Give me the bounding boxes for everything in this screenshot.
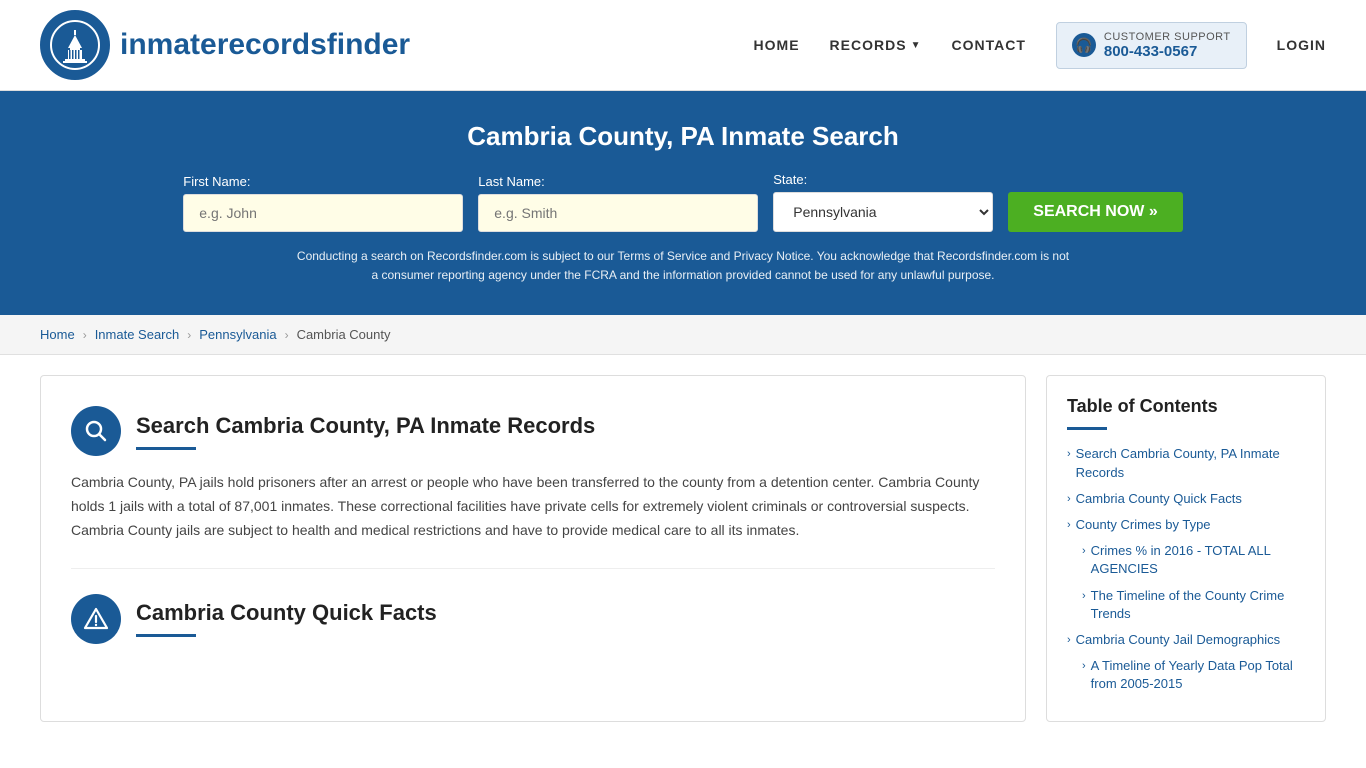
last-name-label: Last Name: <box>478 174 544 189</box>
customer-support-button[interactable]: 🎧 CUSTOMER SUPPORT 800-433-0567 <box>1056 22 1247 69</box>
toc-link-4[interactable]: › Crimes % in 2016 - TOTAL ALL AGENCIES <box>1082 542 1305 578</box>
state-group: State: Pennsylvania <box>773 172 993 232</box>
state-label: State: <box>773 172 807 187</box>
toc-item-5: › The Timeline of the County Crime Trend… <box>1082 587 1305 623</box>
nav-contact[interactable]: CONTACT <box>951 37 1025 53</box>
chevron-icon-6: › <box>1067 633 1071 648</box>
toc-link-3[interactable]: › County Crimes by Type <box>1067 516 1305 534</box>
breadcrumb-inmate-search[interactable]: Inmate Search <box>95 327 180 342</box>
section1-text: Cambria County, PA jails hold prisoners … <box>71 471 995 542</box>
breadcrumb-home[interactable]: Home <box>40 327 75 342</box>
chevron-icon-3: › <box>1067 518 1071 533</box>
state-select[interactable]: Pennsylvania <box>773 192 993 232</box>
chevron-icon-1: › <box>1067 447 1071 462</box>
site-header: inmaterecordsfinder HOME RECORDS ▼ CONTA… <box>0 0 1366 91</box>
content-area: Search Cambria County, PA Inmate Records… <box>40 375 1026 722</box>
breadcrumb-pennsylvania[interactable]: Pennsylvania <box>199 327 276 342</box>
nav-records[interactable]: RECORDS ▼ <box>830 37 922 53</box>
section1-header: Search Cambria County, PA Inmate Records <box>71 406 995 456</box>
logo-text: inmaterecordsfinder <box>120 28 410 62</box>
toc-item-7: › A Timeline of Yearly Data Pop Total fr… <box>1082 657 1305 693</box>
chevron-icon-4: › <box>1082 544 1086 559</box>
nav-login[interactable]: LOGIN <box>1277 37 1326 53</box>
breadcrumb-sep-3: › <box>285 328 289 342</box>
search-form: First Name: Last Name: State: Pennsylvan… <box>40 172 1326 232</box>
last-name-input[interactable] <box>478 194 758 232</box>
search-icon <box>71 406 121 456</box>
chevron-down-icon: ▼ <box>911 40 922 51</box>
breadcrumb: Home › Inmate Search › Pennsylvania › Ca… <box>0 315 1366 355</box>
toc-link-5[interactable]: › The Timeline of the County Crime Trend… <box>1082 587 1305 623</box>
logo-icon <box>40 10 110 80</box>
section2-divider <box>136 634 196 637</box>
toc-item-3: › County Crimes by Type <box>1067 516 1305 534</box>
search-button[interactable]: SEARCH NOW » <box>1008 192 1182 232</box>
search-banner: Cambria County, PA Inmate Search First N… <box>0 91 1366 315</box>
section1-divider <box>136 447 196 450</box>
page-title: Cambria County, PA Inmate Search <box>40 121 1326 152</box>
toc-divider <box>1067 427 1107 430</box>
toc-link-1[interactable]: › Search Cambria County, PA Inmate Recor… <box>1067 445 1305 481</box>
section2-header: Cambria County Quick Facts <box>71 594 995 644</box>
toc-title: Table of Contents <box>1067 396 1305 417</box>
toc-item-6: › Cambria County Jail Demographics <box>1067 631 1305 649</box>
sidebar: Table of Contents › Search Cambria Count… <box>1046 375 1326 722</box>
chevron-icon-7: › <box>1082 659 1086 674</box>
chevron-icon-5: › <box>1082 589 1086 604</box>
toc-list: › Search Cambria County, PA Inmate Recor… <box>1067 445 1305 693</box>
main-content: Search Cambria County, PA Inmate Records… <box>0 355 1366 742</box>
breadcrumb-current: Cambria County <box>297 327 391 342</box>
nav-home[interactable]: HOME <box>754 37 800 53</box>
last-name-group: Last Name: <box>478 174 758 232</box>
breadcrumb-sep-2: › <box>187 328 191 342</box>
support-label: CUSTOMER SUPPORT <box>1104 31 1231 43</box>
section1-title: Search Cambria County, PA Inmate Records <box>136 413 595 439</box>
disclaimer-text: Conducting a search on Recordsfinder.com… <box>293 247 1073 285</box>
section2-title: Cambria County Quick Facts <box>136 600 437 626</box>
toc-link-6[interactable]: › Cambria County Jail Demographics <box>1067 631 1305 649</box>
warning-icon <box>71 594 121 644</box>
logo-area: inmaterecordsfinder <box>40 10 410 80</box>
first-name-group: First Name: <box>183 174 463 232</box>
toc-item-4: › Crimes % in 2016 - TOTAL ALL AGENCIES <box>1082 542 1305 578</box>
toc-link-2[interactable]: › Cambria County Quick Facts <box>1067 490 1305 508</box>
toc-item-2: › Cambria County Quick Facts <box>1067 490 1305 508</box>
toc-item-1: › Search Cambria County, PA Inmate Recor… <box>1067 445 1305 481</box>
headphone-icon: 🎧 <box>1072 33 1096 57</box>
first-name-label: First Name: <box>183 174 250 189</box>
chevron-icon-2: › <box>1067 492 1071 507</box>
support-phone: 800-433-0567 <box>1104 43 1231 60</box>
main-nav: HOME RECORDS ▼ CONTACT 🎧 CUSTOMER SUPPOR… <box>754 22 1326 69</box>
section-separator <box>71 568 995 569</box>
toc-link-7[interactable]: › A Timeline of Yearly Data Pop Total fr… <box>1082 657 1305 693</box>
first-name-input[interactable] <box>183 194 463 232</box>
breadcrumb-sep-1: › <box>83 328 87 342</box>
